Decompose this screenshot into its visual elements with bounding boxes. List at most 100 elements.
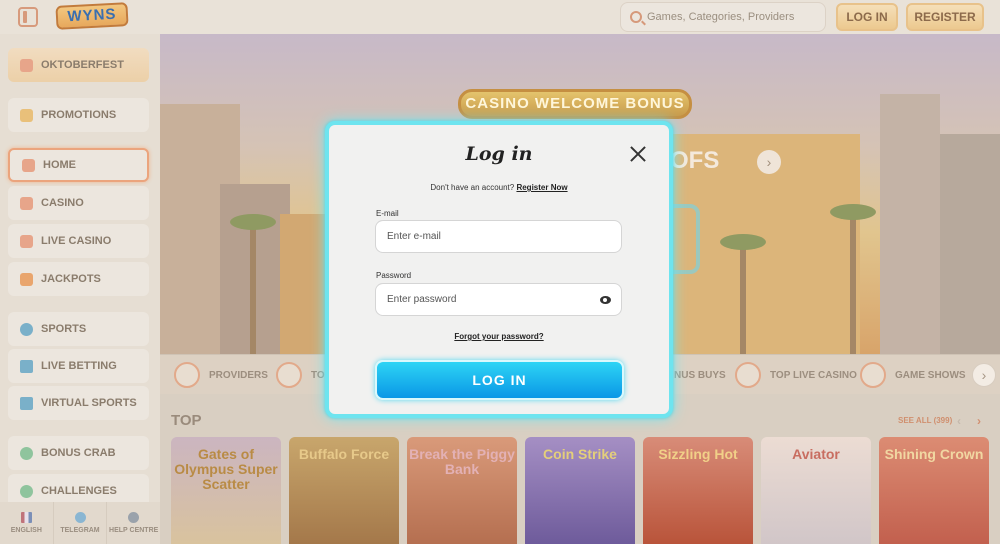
game-tile[interactable]: Coin Strike xyxy=(525,437,635,544)
sidebar-item-jackpots[interactable]: JACKPOTS xyxy=(8,262,149,296)
sidebar-item-label: HOME xyxy=(43,159,76,171)
game-tile[interactable]: Shining Crown xyxy=(879,437,989,544)
telegram-label: TELEGRAM xyxy=(60,527,100,534)
show-password-eye-icon[interactable] xyxy=(600,296,611,304)
star-icon xyxy=(20,272,33,286)
section-title: TOP xyxy=(171,412,202,429)
category-top-live-casino[interactable]: TOP LIVE CASINO xyxy=(735,361,857,389)
microphone-icon xyxy=(860,362,886,388)
login-button[interactable]: LOG IN xyxy=(375,360,624,400)
sidebar-item-oktoberfest[interactable]: OKTOBERFEST xyxy=(8,48,149,82)
sidebar-item-live-betting[interactable]: LIVE BETTING xyxy=(8,349,149,383)
see-all-link[interactable]: SEE ALL (399) xyxy=(898,416,952,425)
help-centre-link[interactable]: HELP CENTRE xyxy=(107,502,160,544)
category-label: TO xyxy=(311,369,325,381)
flag-icon xyxy=(20,512,32,523)
password-field-wrapper xyxy=(375,283,622,316)
category-label: GAME SHOWS xyxy=(895,369,966,381)
email-field-wrapper xyxy=(375,220,622,253)
category-bonus-buys[interactable]: NUS BUYS xyxy=(674,361,726,389)
providers-icon xyxy=(174,362,200,388)
sidebar-toggle-icon[interactable] xyxy=(18,7,38,27)
palm-tree xyxy=(830,204,876,354)
cards-icon xyxy=(20,234,33,248)
sidebar-item-label: LIVE BETTING xyxy=(41,360,117,372)
language-selector[interactable]: ENGLISH xyxy=(0,502,54,544)
search-icon xyxy=(630,11,642,23)
sidebar-item-label: OKTOBERFEST xyxy=(41,59,124,71)
sidebar-item-promotions[interactable]: PROMOTIONS xyxy=(8,98,149,132)
search-input[interactable] xyxy=(647,3,825,31)
register-now-link[interactable]: Register Now xyxy=(516,183,567,192)
close-icon[interactable] xyxy=(629,145,647,163)
banner-building xyxy=(940,134,1000,354)
top-bar: WYNS LOG IN REGISTER xyxy=(0,0,1000,34)
category-providers[interactable]: PROVIDERS xyxy=(174,361,268,389)
sidebar-item-live-casino[interactable]: LIVE CASINO xyxy=(8,224,149,258)
trophy-icon xyxy=(20,484,33,498)
sidebar-item-casino[interactable]: CASINO xyxy=(8,186,149,220)
header-register-button[interactable]: REGISTER xyxy=(906,3,984,31)
live-icon xyxy=(20,359,33,373)
monitor-icon xyxy=(20,396,33,410)
beer-icon xyxy=(20,58,33,72)
carousel-next-icon[interactable]: › xyxy=(977,414,981,428)
register-prompt: Don't have an account? Register Now xyxy=(329,183,669,192)
banner-building xyxy=(880,94,940,354)
game-tile[interactable]: Gates of Olympus Super Scatter xyxy=(171,437,281,544)
sidebar-item-label: LIVE CASINO xyxy=(41,235,112,247)
sidebar-item-sports[interactable]: SPORTS xyxy=(8,312,149,346)
sidebar-item-label: CHALLENGES xyxy=(41,485,117,497)
sidebar-item-label: VIRTUAL SPORTS xyxy=(41,397,137,409)
category-label: PROVIDERS xyxy=(209,369,268,381)
sidebar-item-label: BONUS CRAB xyxy=(41,447,116,459)
category-game-shows[interactable]: GAME SHOWS xyxy=(860,361,966,389)
palm-tree xyxy=(230,214,276,354)
sidebar: OKTOBERFEST PROMOTIONS HOME CASINO LIVE … xyxy=(0,34,160,544)
sidebar-item-home[interactable]: HOME xyxy=(8,148,149,182)
category-label: TOP LIVE CASINO xyxy=(770,369,857,381)
game-tile[interactable]: Break the Piggy Bank xyxy=(407,437,517,544)
game-tile[interactable]: Aviator xyxy=(761,437,871,544)
email-label: E-mail xyxy=(376,209,399,218)
sidebar-item-label: SPORTS xyxy=(41,323,87,335)
header-login-button[interactable]: LOG IN xyxy=(836,3,898,31)
sidebar-item-virtual-sports[interactable]: VIRTUAL SPORTS xyxy=(8,386,149,420)
site-logo[interactable]: WYNS xyxy=(55,2,129,30)
home-icon xyxy=(22,158,35,172)
help-icon xyxy=(128,512,140,523)
ball-icon xyxy=(20,322,33,336)
game-tile[interactable]: Sizzling Hot xyxy=(643,437,753,544)
sidebar-item-label: CASINO xyxy=(41,197,84,209)
login-modal: Log in Don't have an account? Register N… xyxy=(325,121,673,418)
gift-icon xyxy=(20,108,33,122)
category-label: NUS BUYS xyxy=(674,369,726,381)
telegram-link[interactable]: TELEGRAM xyxy=(54,502,108,544)
sidebar-footer: ENGLISH TELEGRAM HELP CENTRE xyxy=(0,502,160,544)
banner-headline: OFS xyxy=(670,147,720,174)
register-prompt-text: Don't have an account? xyxy=(430,183,515,192)
banner-next-arrow-icon[interactable]: › xyxy=(757,150,781,174)
password-field[interactable] xyxy=(387,284,597,315)
banner-sign: CASINO WELCOME BONUS xyxy=(458,89,692,119)
game-tile[interactable]: Buffalo Force xyxy=(289,437,399,544)
category-next-arrow-icon[interactable]: › xyxy=(972,363,996,387)
crab-icon xyxy=(20,446,33,460)
search-box[interactable] xyxy=(620,2,826,32)
category-top[interactable]: TO xyxy=(276,361,325,389)
sidebar-item-label: PROMOTIONS xyxy=(41,109,117,121)
carousel-prev-icon[interactable]: ‹ xyxy=(957,414,961,428)
sidebar-item-label: JACKPOTS xyxy=(41,273,101,285)
telegram-icon xyxy=(74,512,86,523)
email-field[interactable] xyxy=(387,221,597,252)
palm-tree xyxy=(720,234,766,354)
language-label: ENGLISH xyxy=(10,527,42,534)
forgot-password-link[interactable]: Forgot your password? xyxy=(329,332,669,341)
star-icon xyxy=(735,362,761,388)
help-centre-label: HELP CENTRE xyxy=(109,527,159,534)
password-label: Password xyxy=(376,271,412,280)
crown-icon xyxy=(276,362,302,388)
slot-machine-icon xyxy=(20,196,33,210)
modal-title: Log in xyxy=(465,143,533,165)
sidebar-item-bonus-crab[interactable]: BONUS CRAB xyxy=(8,436,149,470)
